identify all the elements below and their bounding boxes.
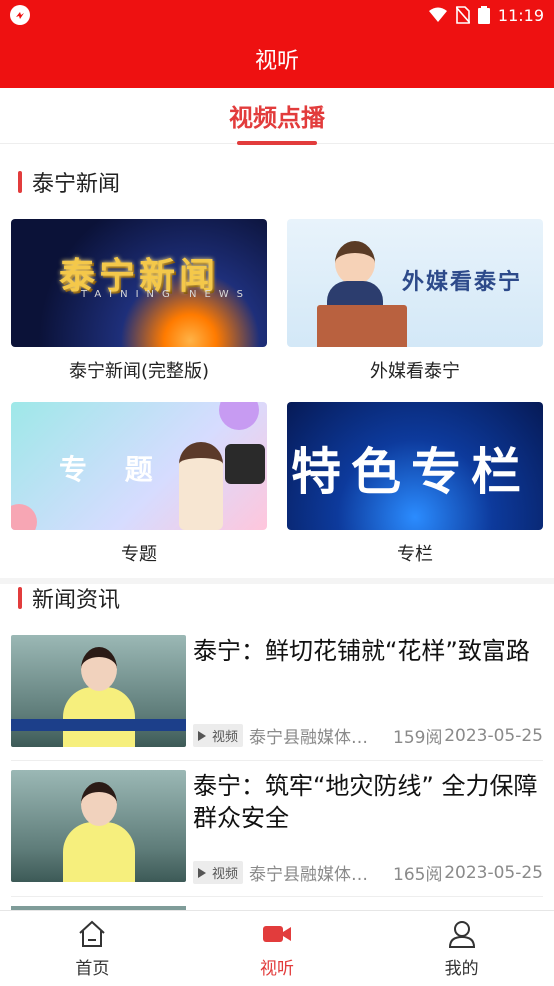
tab-video-on-demand[interactable]: 视频点播 <box>229 98 325 145</box>
news-meta: 视频 泰宁县融媒体中心 165阅 2023-05-25 <box>193 860 543 885</box>
camera-figure <box>225 444 265 484</box>
tag-label: 视频 <box>212 867 239 882</box>
decor-circle <box>219 402 259 430</box>
section-header-taining-news: 泰宁新闻 <box>18 166 120 198</box>
program-thumbnail: 外媒看泰宁 <box>287 219 543 347</box>
news-read-count: 165阅 <box>393 865 443 885</box>
news-date: 2023-05-25 <box>444 862 543 883</box>
wifi-icon <box>428 7 447 22</box>
play-icon <box>198 730 206 741</box>
program-tile-special-topic[interactable]: 专 题 专题 <box>11 402 267 566</box>
news-title: 泰宁：鲜切花铺就“花样”致富路 <box>193 637 530 665</box>
battery-icon <box>477 6 490 24</box>
program-caption: 泰宁新闻(完整版) <box>68 361 210 382</box>
news-meta: 视频 泰宁县融媒体中心 159阅 2023-05-25 <box>193 723 543 748</box>
nav-media[interactable]: 视听 <box>185 911 370 986</box>
news-title: 泰宁：筑牢“地灾防线” 全力保障群众安全 <box>193 772 538 832</box>
section-title: 泰宁新闻 <box>32 172 121 197</box>
program-caption: 专栏 <box>397 544 433 565</box>
nav-label: 视听 <box>260 959 294 979</box>
no-sim-icon <box>455 6 470 24</box>
list-divider <box>11 760 543 761</box>
podium <box>317 305 407 347</box>
program-thumbnail: 特色专栏 <box>287 402 543 530</box>
anchor-suit <box>63 687 135 747</box>
tab-underline <box>237 141 317 145</box>
program-thumbnail: 专 题 <box>11 402 267 530</box>
anchor-face <box>81 782 117 826</box>
anchor-suit <box>63 822 135 882</box>
user-icon <box>448 921 475 948</box>
news-read-count: 159阅 <box>393 728 443 748</box>
program-caption: 专题 <box>121 544 157 565</box>
tag-label: 视频 <box>212 730 239 745</box>
status-time: 11:19 <box>497 5 544 25</box>
program-caption: 外媒看泰宁 <box>370 361 460 382</box>
tab-label: 视频点播 <box>229 104 325 132</box>
video-tag: 视频 <box>193 861 244 884</box>
caption-band <box>11 719 186 731</box>
news-source: 泰宁县融媒体中心 <box>249 728 376 748</box>
news-source: 泰宁县融媒体中心 <box>249 865 376 885</box>
program-tile-column[interactable]: 特色专栏 专栏 <box>287 402 543 566</box>
section-marker <box>18 171 22 193</box>
bottom-nav: 首页 视听 我的 <box>0 910 554 986</box>
list-divider <box>11 896 543 897</box>
section-header-news-info: 新闻资讯 <box>18 582 120 614</box>
nav-label: 首页 <box>75 959 110 979</box>
section-title: 新闻资讯 <box>32 588 121 613</box>
news-thumbnail <box>11 770 186 882</box>
decor-circle <box>11 504 37 530</box>
tab-bar: 视频点播 <box>0 88 554 145</box>
page-title-bar: 视听 <box>0 30 554 88</box>
thumbnail-subtitle: TAINING NEWS <box>81 289 251 300</box>
status-bar: 11:19 <box>0 0 554 30</box>
anchor-head <box>335 241 375 285</box>
news-item[interactable]: 泰宁：鲜切花铺就“花样”致富路 视频 泰宁县融媒体中心 159阅 2023-05… <box>11 635 543 757</box>
nav-label: 我的 <box>444 959 479 979</box>
thumbnail-title: 专 题 <box>59 453 167 486</box>
anchor-face <box>81 647 117 691</box>
reporter-figure <box>179 442 223 530</box>
home-icon <box>79 920 106 947</box>
page-title: 视听 <box>254 49 299 74</box>
thumbnail-title: 特色专栏 <box>291 443 531 501</box>
video-camera-icon <box>263 926 291 942</box>
news-date: 2023-05-25 <box>444 725 543 746</box>
play-icon <box>198 867 206 878</box>
news-thumbnail <box>11 635 186 747</box>
video-tag: 视频 <box>193 724 244 747</box>
nav-home[interactable]: 首页 <box>0 911 185 986</box>
news-item[interactable]: 泰宁：筑牢“地灾防线” 全力保障群众安全 视频 泰宁县融媒体中心 165阅 20… <box>11 770 543 892</box>
program-tile-foreign-media[interactable]: 外媒看泰宁 外媒看泰宁 <box>287 219 543 383</box>
program-thumbnail: 泰宁新闻 TAINING NEWS <box>11 219 267 347</box>
nav-profile[interactable]: 我的 <box>369 911 554 986</box>
app-logo-icon <box>10 5 30 25</box>
program-tile-full-news[interactable]: 泰宁新闻 TAINING NEWS 泰宁新闻(完整版) <box>11 219 267 383</box>
thumbnail-title: 外媒看泰宁 <box>402 270 523 295</box>
section-marker <box>18 587 22 609</box>
